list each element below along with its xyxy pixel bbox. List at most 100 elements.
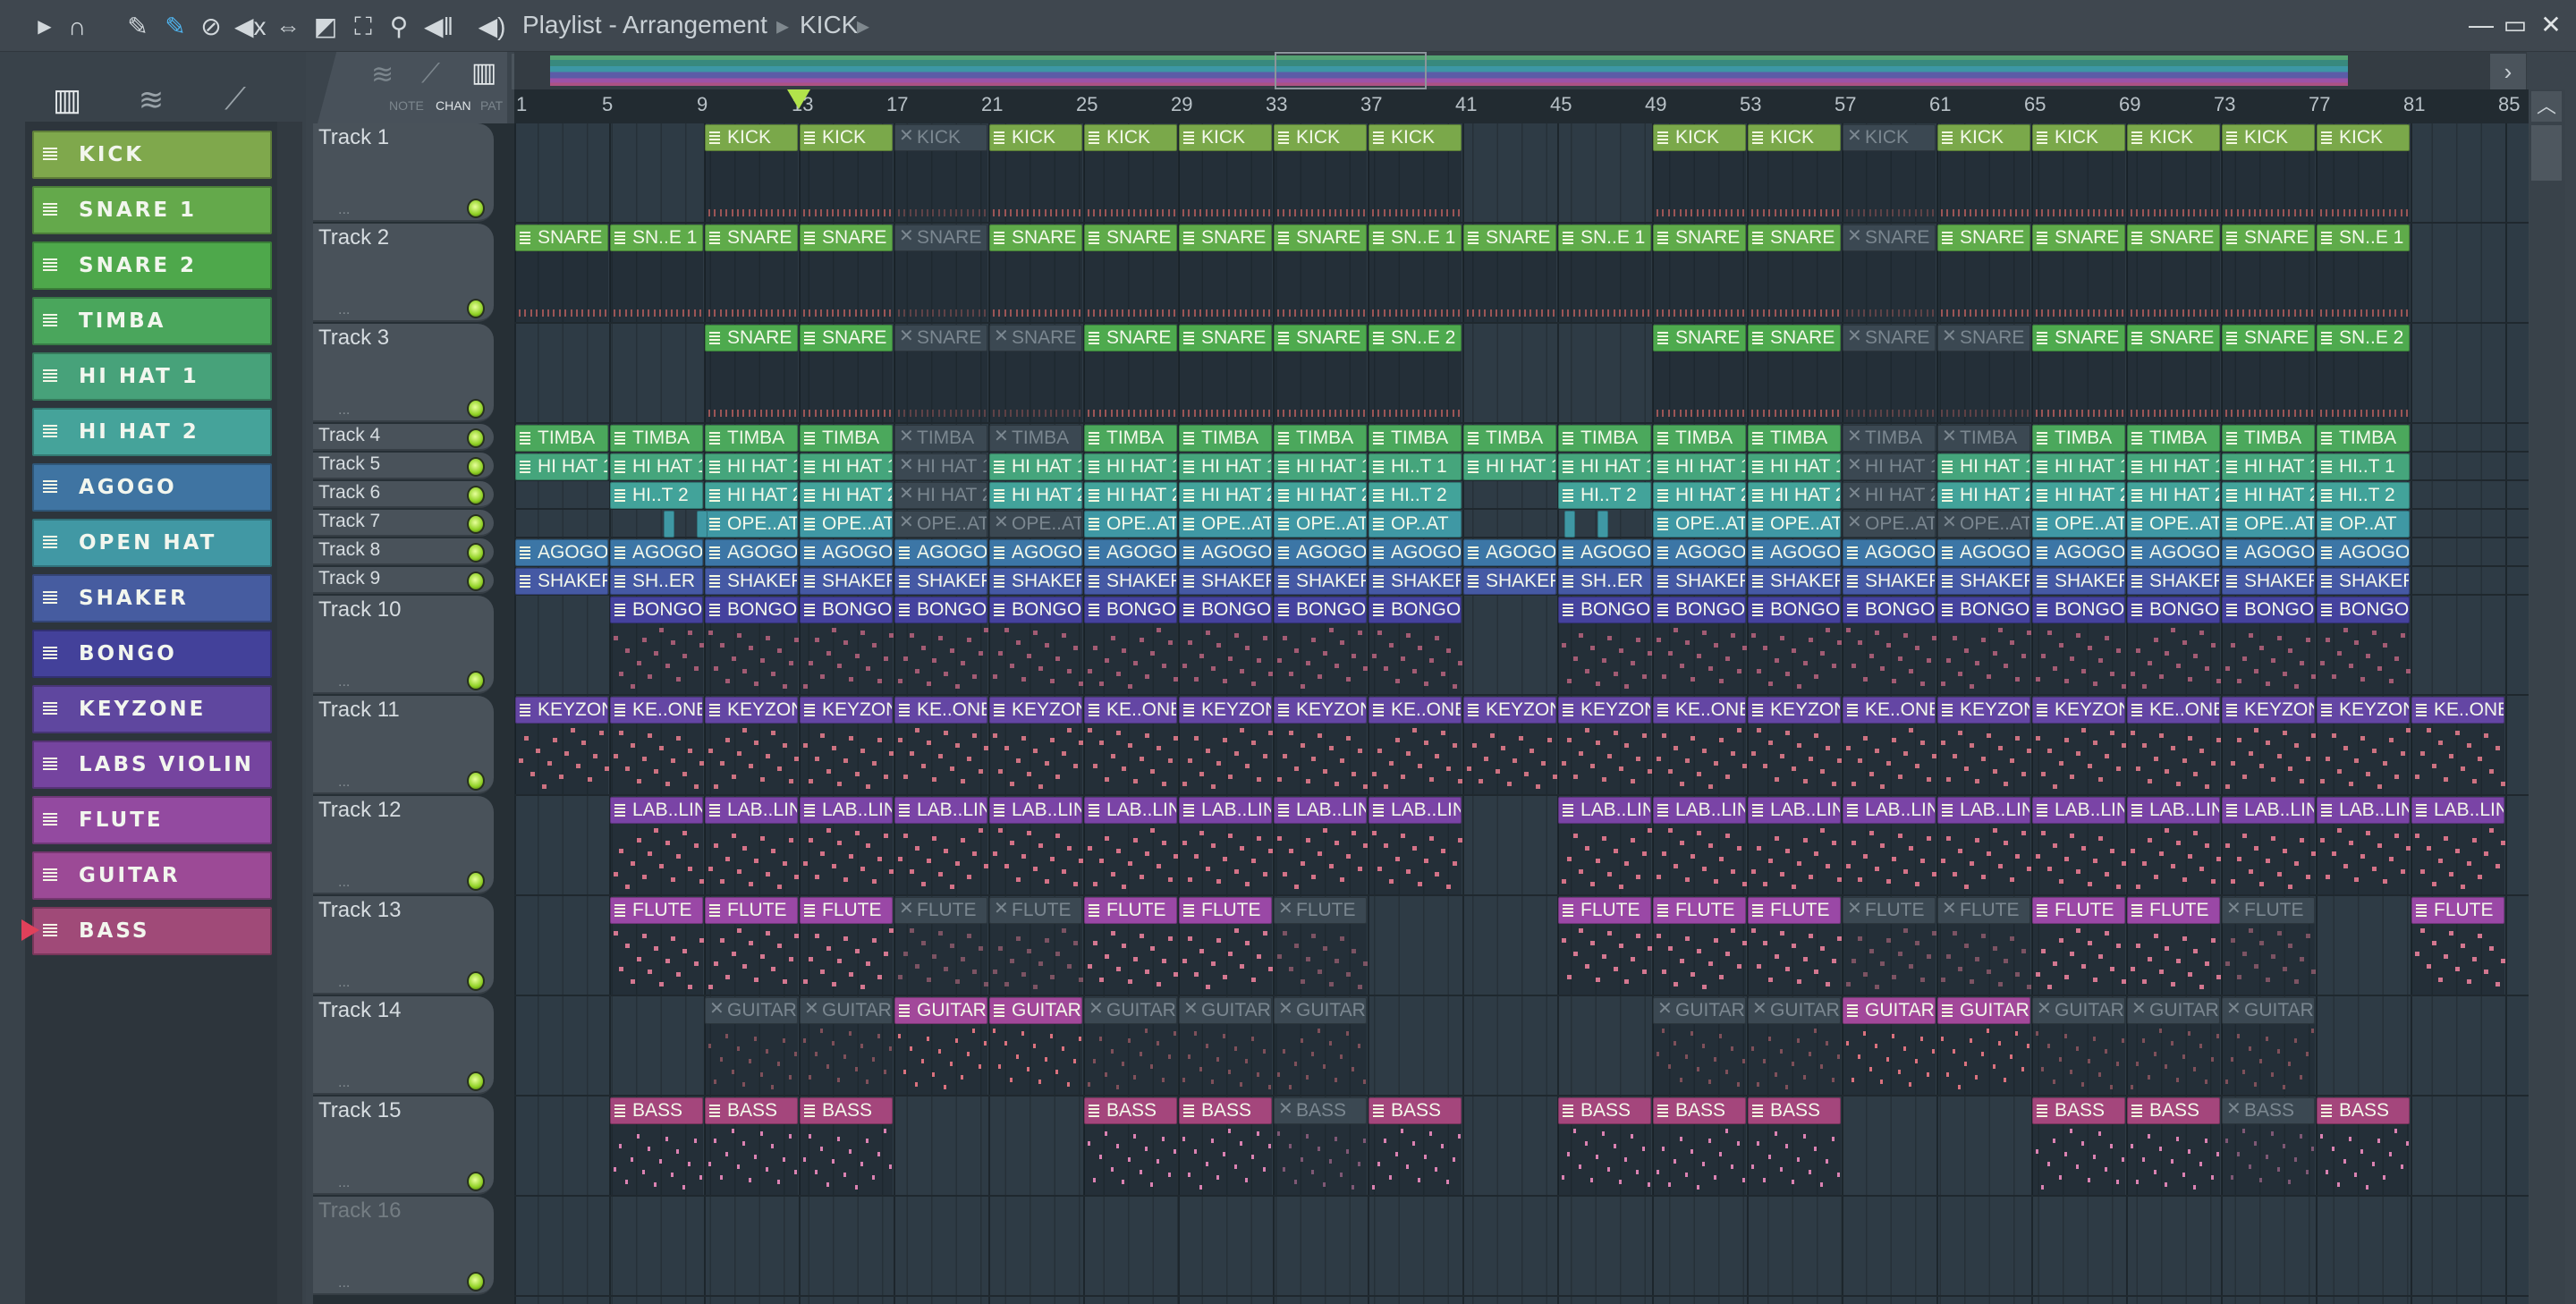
- channel-button-hi-hat-2[interactable]: HI HAT 2: [32, 408, 272, 456]
- pattern-clip[interactable]: SNARE 1: [1084, 224, 1177, 251]
- track-header[interactable]: Track 8: [313, 538, 494, 565]
- pattern-clip[interactable]: TIMBA: [1748, 425, 1841, 452]
- pattern-clip[interactable]: SHAKER: [1274, 568, 1367, 595]
- slice-icon[interactable]: ◩: [311, 13, 340, 41]
- pattern-clip[interactable]: KE..ONE: [1084, 697, 1177, 724]
- pattern-clip[interactable]: KE..ONE: [1653, 697, 1746, 724]
- pattern-clip[interactable]: BONGO: [1653, 597, 1746, 623]
- pattern-clip[interactable]: KEYZONE: [2317, 697, 2410, 724]
- pattern-clip[interactable]: OPE..AT: [2222, 511, 2315, 538]
- track-enable-led[interactable]: [467, 871, 485, 891]
- pattern-clip[interactable]: FLUTE: [1558, 897, 1651, 924]
- channel-button-hi-hat-1[interactable]: HI HAT 1: [32, 352, 272, 401]
- pattern-clip[interactable]: HI HAT 2: [800, 482, 893, 509]
- pattern-clip[interactable]: ✕ OPE..AT: [1843, 511, 1936, 538]
- track-header[interactable]: Track 12...: [313, 796, 494, 894]
- pattern-clip-fragment[interactable]: [663, 511, 674, 538]
- pattern-clip[interactable]: HI HAT 1: [705, 453, 798, 480]
- pattern-clip[interactable]: BASS: [1558, 1097, 1651, 1124]
- pattern-clip[interactable]: HI HAT 1: [515, 453, 608, 480]
- pattern-clip[interactable]: AGOGO: [2127, 539, 2220, 566]
- snap-note[interactable]: NOTE: [389, 98, 424, 113]
- pattern-clip[interactable]: BONGO: [1368, 597, 1462, 623]
- pattern-clip[interactable]: FLUTE: [1653, 897, 1746, 924]
- pattern-clip[interactable]: HI HAT 1: [2032, 453, 2125, 480]
- pattern-clip[interactable]: AGOGO: [2317, 539, 2410, 566]
- channel-scrollbar[interactable]: [277, 122, 302, 1304]
- pattern-clip[interactable]: SHAKER: [705, 568, 798, 595]
- snap-chan[interactable]: CHAN: [436, 98, 471, 113]
- playback-icon[interactable]: ◀‖: [424, 13, 453, 41]
- pattern-clip[interactable]: KICK: [2317, 124, 2410, 151]
- pattern-clip[interactable]: SHAKER: [894, 568, 987, 595]
- pattern-clip[interactable]: SNARE 2: [2032, 325, 2125, 351]
- pattern-clip[interactable]: KE..ONE: [894, 697, 987, 724]
- pattern-clip[interactable]: HI HAT 1: [1463, 453, 1556, 480]
- pattern-clip[interactable]: ✕ HI HAT 2: [894, 482, 987, 509]
- pattern-clip[interactable]: BONGO: [1937, 597, 2030, 623]
- pattern-clip[interactable]: ✕ HI HAT 1: [894, 453, 987, 480]
- pattern-clip[interactable]: LAB..LIN: [1748, 797, 1841, 824]
- pattern-clip[interactable]: OP..AT: [1368, 511, 1462, 538]
- pattern-clip[interactable]: HI HAT 1: [1748, 453, 1841, 480]
- pattern-clip[interactable]: KEYZONE: [989, 697, 1082, 724]
- pattern-clip[interactable]: TIMBA: [515, 425, 608, 452]
- pattern-clip[interactable]: FLUTE: [705, 897, 798, 924]
- pattern-clip[interactable]: SNARE 1: [1274, 224, 1367, 251]
- channel-button-labs-violin[interactable]: LABS VIOLIN: [32, 741, 272, 789]
- pattern-clip[interactable]: ✕ BASS: [1274, 1097, 1367, 1124]
- pattern-clip[interactable]: KICK: [705, 124, 798, 151]
- track-header[interactable]: Track 13...: [313, 896, 494, 995]
- pattern-clip[interactable]: LAB..LIN: [1653, 797, 1746, 824]
- pattern-clip[interactable]: LAB..LIN: [1274, 797, 1367, 824]
- pattern-clip[interactable]: ✕ FLUTE: [2222, 897, 2315, 924]
- pattern-clip[interactable]: KICK: [1937, 124, 2030, 151]
- pattern-clip[interactable]: AGOGO: [800, 539, 893, 566]
- track-options-icon[interactable]: ...: [338, 402, 350, 419]
- menu-arrow-icon[interactable]: ▶: [30, 13, 59, 41]
- pattern-clip[interactable]: SH..ER: [610, 568, 703, 595]
- pattern-clip[interactable]: ✕SNARE 1: [1843, 224, 1936, 251]
- pattern-clip[interactable]: KE..ONE: [1368, 697, 1462, 724]
- pattern-clip[interactable]: OPE..AT: [800, 511, 893, 538]
- pattern-clip[interactable]: HI HAT 2: [1084, 482, 1177, 509]
- pattern-clip[interactable]: HI HAT 2: [1179, 482, 1272, 509]
- pattern-clip[interactable]: BASS: [610, 1097, 703, 1124]
- pattern-clip[interactable]: LAB..LIN: [610, 797, 703, 824]
- pattern-clip[interactable]: ✕ GUITAR: [2032, 997, 2125, 1024]
- pattern-clip[interactable]: HI HAT 2: [1748, 482, 1841, 509]
- track-enable-led[interactable]: [467, 543, 485, 563]
- pattern-clip[interactable]: AGOGO: [1179, 539, 1272, 566]
- pattern-clip[interactable]: ✕ OPE..AT: [1937, 511, 2030, 538]
- pattern-clip[interactable]: ✕ GUITAR: [800, 997, 893, 1024]
- pattern-clip[interactable]: BASS: [1748, 1097, 1841, 1124]
- pattern-clip[interactable]: SHAKER: [2032, 568, 2125, 595]
- pattern-clip-fragment[interactable]: [1563, 511, 1575, 538]
- audio-wave-icon[interactable]: ≋: [371, 59, 394, 90]
- pattern-clip[interactable]: HI..T 1: [2317, 453, 2410, 480]
- pattern-clip[interactable]: SHAKER: [1463, 568, 1556, 595]
- pattern-clip[interactable]: KEYZONE: [1558, 697, 1651, 724]
- pattern-clip-fragment[interactable]: [697, 511, 708, 538]
- pattern-clip[interactable]: HI HAT 2: [1653, 482, 1746, 509]
- delete-icon[interactable]: ⊘: [197, 13, 225, 41]
- piano-roll-icon[interactable]: ▥: [45, 82, 89, 127]
- track-header[interactable]: Track 11...: [313, 696, 494, 794]
- track-enable-led[interactable]: [467, 428, 485, 448]
- pattern-clip[interactable]: KICK: [1653, 124, 1746, 151]
- pattern-clip[interactable]: KEYZONE: [800, 697, 893, 724]
- pattern-clip[interactable]: ✕ TIMBA: [1843, 425, 1936, 452]
- pattern-clip[interactable]: SHAKER: [989, 568, 1082, 595]
- pattern-clip[interactable]: GUITAR: [1937, 997, 2030, 1024]
- pattern-clip[interactable]: TIMBA: [1179, 425, 1272, 452]
- pattern-clip[interactable]: ✕SNARE 2: [1843, 325, 1936, 351]
- pattern-clip[interactable]: SHAKER: [1084, 568, 1177, 595]
- pattern-clip[interactable]: LAB..LIN: [1558, 797, 1651, 824]
- pattern-clip[interactable]: BASS: [705, 1097, 798, 1124]
- channel-button-guitar[interactable]: GUITAR: [32, 851, 272, 900]
- pattern-clip[interactable]: HI HAT 2: [1274, 482, 1367, 509]
- scrollbar-thumb[interactable]: [2531, 125, 2562, 181]
- pattern-clip[interactable]: ✕ GUITAR: [1653, 997, 1746, 1024]
- pattern-clip[interactable]: BASS: [2317, 1097, 2410, 1124]
- pattern-clip[interactable]: BONGO: [1084, 597, 1177, 623]
